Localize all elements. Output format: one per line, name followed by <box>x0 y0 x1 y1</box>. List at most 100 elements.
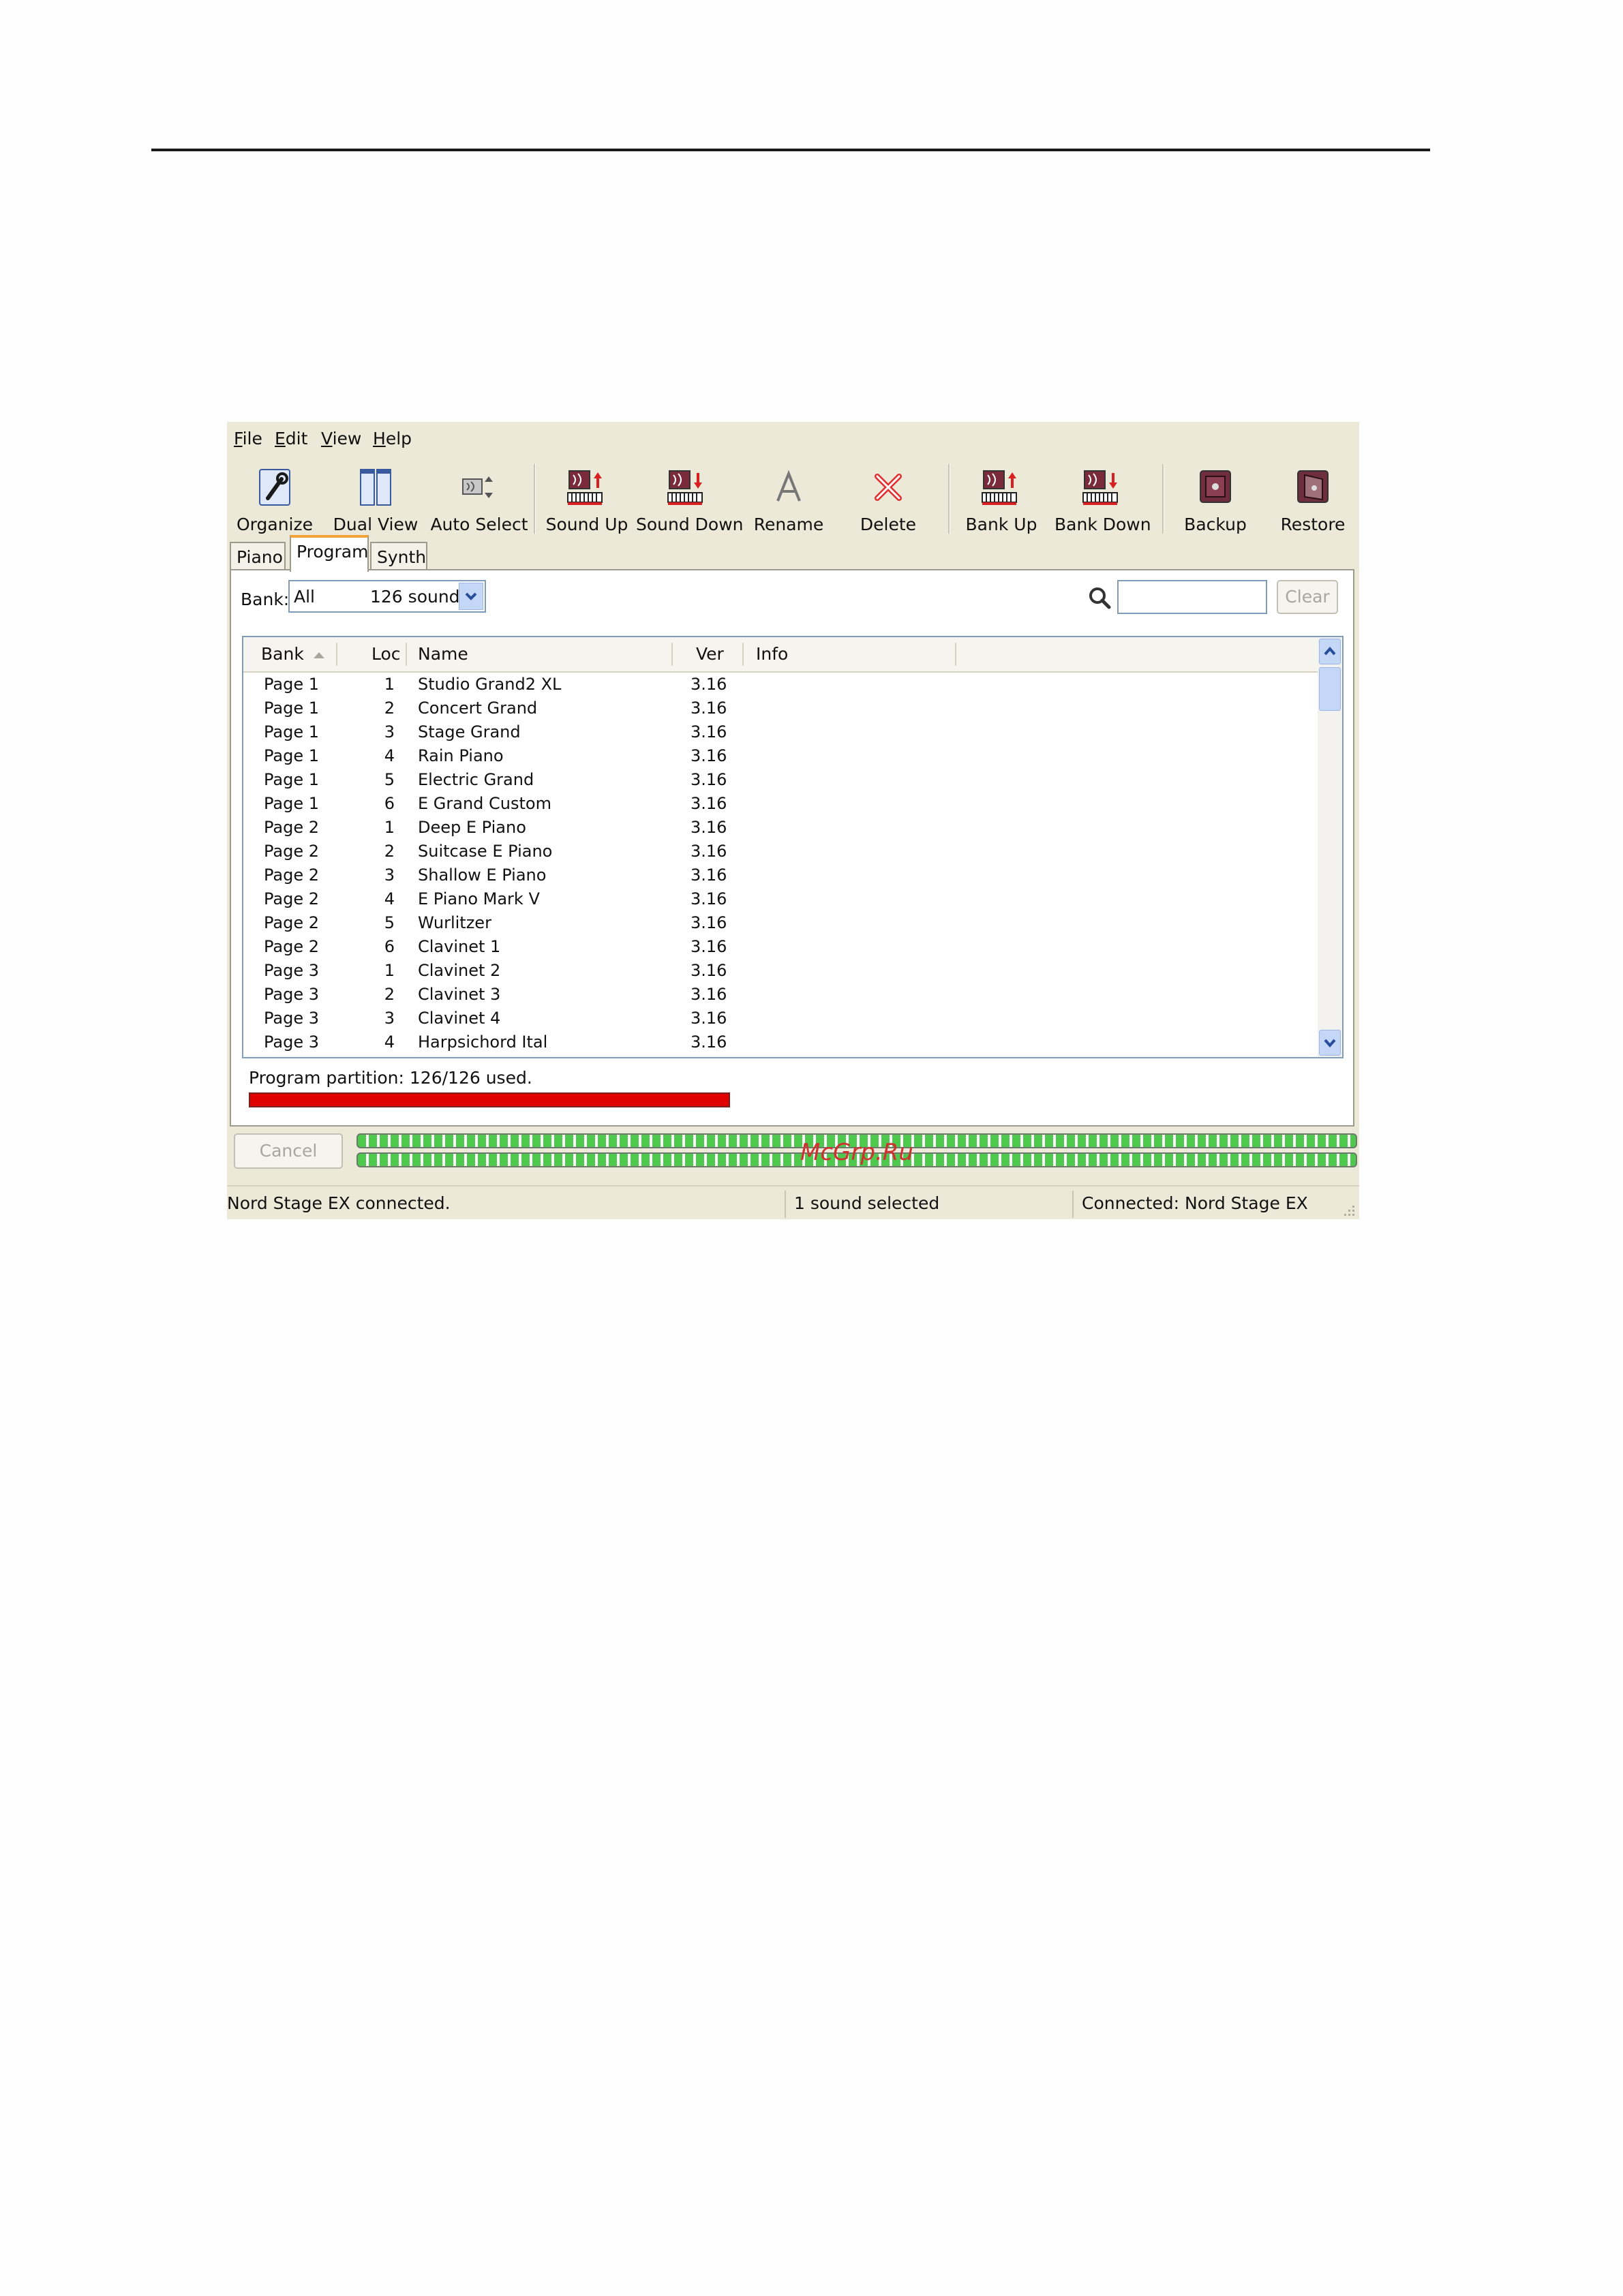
bank-select-value: All <box>294 587 315 607</box>
row-bank: Page 1 <box>264 794 319 813</box>
row-loc: 3 <box>384 722 395 741</box>
scroll-thumb[interactable] <box>1319 667 1341 711</box>
bank-up-label: Bank Up <box>965 515 1037 534</box>
toolbar-separator <box>948 464 950 534</box>
restore-button[interactable]: Restore <box>1267 457 1359 540</box>
row-bank: Page 2 <box>264 866 319 885</box>
auto-select-button[interactable]: Auto Select <box>427 457 531 540</box>
sound-down-button[interactable]: Sound Down <box>636 457 744 540</box>
column-separator[interactable] <box>336 643 337 666</box>
row-ver: 3.16 <box>691 675 727 694</box>
chevron-down-icon[interactable] <box>459 583 483 610</box>
sound-up-button[interactable]: Sound Up <box>539 457 635 540</box>
cancel-button[interactable]: Cancel <box>234 1133 343 1169</box>
tab-piano[interactable]: Piano <box>230 542 286 570</box>
table-row[interactable]: Page 1 4 Rain Piano 3.16 <box>243 744 1319 768</box>
bank-down-label: Bank Down <box>1055 515 1151 534</box>
column-info[interactable]: Info <box>756 637 788 671</box>
sound-down-icon <box>667 470 703 505</box>
table-row[interactable]: Page 1 5 Electric Grand 3.16 <box>243 768 1319 792</box>
column-name[interactable]: Name <box>418 637 468 671</box>
column-separator[interactable] <box>955 643 956 666</box>
column-separator[interactable] <box>406 643 407 666</box>
bank-up-icon <box>982 470 1017 505</box>
list-header: Bank Loc Name Ver Info <box>243 637 1319 673</box>
scroll-down-button[interactable] <box>1319 1030 1341 1056</box>
row-ver: 3.16 <box>691 961 727 980</box>
delete-icon <box>875 474 902 501</box>
column-separator[interactable] <box>671 643 673 666</box>
row-name: Wurlitzer <box>418 913 491 932</box>
tab-program[interactable]: Program <box>290 535 369 572</box>
scroll-up-button[interactable] <box>1319 639 1341 664</box>
partition-bar <box>249 1092 730 1107</box>
table-row[interactable]: Page 2 6 Clavinet 1 3.16 <box>243 935 1319 959</box>
bank-up-button[interactable]: Bank Up <box>954 457 1049 540</box>
organize-button[interactable]: Organize <box>230 457 320 540</box>
vertical-scrollbar[interactable] <box>1318 637 1342 1057</box>
tab-bar: Piano Program Synth <box>227 535 1359 572</box>
row-name: Concert Grand <box>418 699 538 718</box>
row-ver: 3.16 <box>691 794 727 813</box>
toolbar: Organize Dual View Auto Select Sound Up … <box>227 457 1359 540</box>
sound-list[interactable]: Bank Loc Name Ver Info Page 1 1 Studio Gra… <box>242 636 1344 1058</box>
row-ver: 3.16 <box>691 842 727 861</box>
table-row[interactable]: Page 2 5 Wurlitzer 3.16 <box>243 911 1319 935</box>
menu-file[interactable]: File <box>234 422 262 456</box>
chevron-down-icon <box>1324 1039 1336 1048</box>
status-bar: Nord Stage EX connected. 1 sound selecte… <box>227 1185 1359 1219</box>
row-bank: Page 2 <box>264 937 319 956</box>
search-input[interactable] <box>1117 580 1267 614</box>
row-bank: Page 1 <box>264 699 319 718</box>
table-row[interactable]: Page 2 1 Deep E Piano 3.16 <box>243 816 1319 840</box>
row-loc: 2 <box>384 699 395 718</box>
delete-button[interactable]: Delete <box>840 457 936 540</box>
backup-button[interactable]: Backup <box>1168 457 1263 540</box>
menu-help[interactable]: Help <box>373 422 412 456</box>
column-ver[interactable]: Ver <box>696 637 724 671</box>
resize-grip-icon[interactable] <box>1340 1201 1356 1218</box>
menu-edit[interactable]: Edit <box>275 422 307 456</box>
row-ver: 3.16 <box>691 913 727 932</box>
column-separator[interactable] <box>742 643 744 666</box>
table-row[interactable]: Page 2 3 Shallow E Piano 3.16 <box>243 863 1319 887</box>
column-bank[interactable]: Bank <box>261 637 304 671</box>
bank-select[interactable]: All 126 sounds <box>288 580 486 613</box>
dual-view-icon <box>360 469 391 506</box>
rename-icon <box>776 470 801 502</box>
toolbar-separator <box>534 464 536 534</box>
restore-label: Restore <box>1280 515 1346 534</box>
row-loc: 6 <box>384 794 395 813</box>
partition-label: Program partition: 126/126 used. <box>249 1068 532 1088</box>
table-row[interactable]: Page 3 4 Harpsichord Ital 3.16 <box>243 1030 1319 1054</box>
bank-down-button[interactable]: Bank Down <box>1055 457 1151 540</box>
status-separator <box>785 1191 786 1218</box>
program-panel: Bank: All 126 sounds Clear Bank Loc Name <box>230 569 1354 1127</box>
row-name: Stage Grand <box>418 722 521 741</box>
table-row[interactable]: Page 1 3 Stage Grand 3.16 <box>243 720 1319 744</box>
row-loc: 5 <box>384 770 395 789</box>
tab-synth[interactable]: Synth <box>370 542 427 570</box>
table-row[interactable]: Page 3 1 Clavinet 2 3.16 <box>243 959 1319 983</box>
table-row[interactable]: Page 2 2 Suitcase E Piano 3.16 <box>243 840 1319 863</box>
row-loc: 2 <box>384 985 395 1004</box>
table-row[interactable]: Page 3 3 Clavinet 4 3.16 <box>243 1007 1319 1030</box>
table-row[interactable]: Page 1 6 E Grand Custom 3.16 <box>243 792 1319 816</box>
table-row[interactable]: Page 3 2 Clavinet 3 3.16 <box>243 983 1319 1007</box>
sound-up-icon <box>567 470 603 505</box>
row-bank: Page 1 <box>264 746 319 765</box>
dual-view-button[interactable]: Dual View <box>328 457 423 540</box>
table-row[interactable]: Page 2 4 E Piano Mark V 3.16 <box>243 887 1319 911</box>
column-loc[interactable]: Loc <box>371 637 401 671</box>
table-row[interactable]: Page 1 2 Concert Grand 3.16 <box>243 697 1319 720</box>
safe-icon <box>1200 470 1231 503</box>
toolbar-separator <box>1162 464 1164 534</box>
table-row[interactable]: Page 1 1 Studio Grand2 XL 3.16 <box>243 673 1319 697</box>
row-bank: Page 3 <box>264 1009 319 1028</box>
sound-up-label: Sound Up <box>545 515 628 534</box>
row-name: Suitcase E Piano <box>418 842 553 861</box>
rename-button[interactable]: Rename <box>741 457 836 540</box>
row-name: E Piano Mark V <box>418 889 540 908</box>
menu-view[interactable]: View <box>321 422 361 456</box>
clear-button[interactable]: Clear <box>1277 580 1338 614</box>
